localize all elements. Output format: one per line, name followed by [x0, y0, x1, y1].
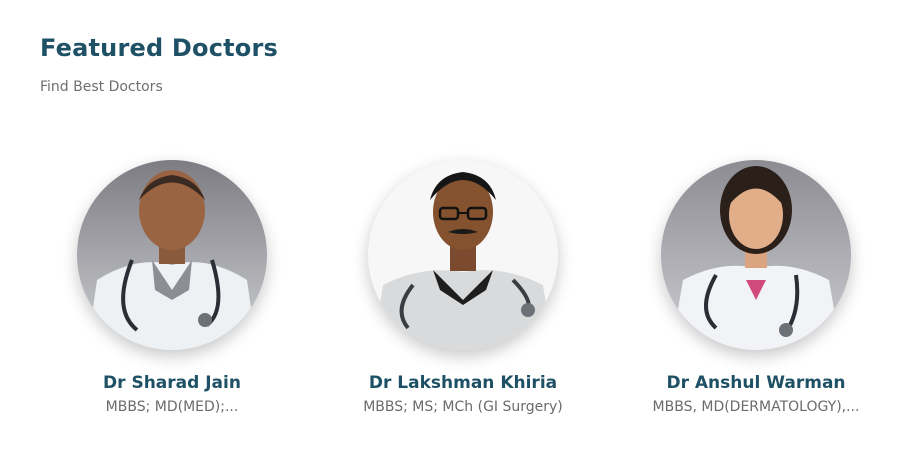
doctor-card[interactable]: Dr Lakshman Khiria MBBS; MS; MCh (GI Sur… [313, 160, 613, 415]
section-subtitle: Find Best Doctors [40, 79, 163, 95]
doctor-portrait-image [661, 160, 851, 350]
featured-doctors-section: Featured Doctors Find Best Doctors Dr Sh… [0, 0, 921, 463]
doctor-qualification: MBBS; MD(MED);... [105, 399, 239, 415]
doctor-name[interactable]: Dr Sharad Jain [22, 373, 322, 393]
doctor-portrait-image [368, 160, 558, 350]
doctor-name[interactable]: Dr Anshul Warman [606, 373, 906, 393]
doctor-qualification: MBBS; MS; MCh (GI Surgery) [363, 399, 563, 415]
doctor-portrait-image [77, 160, 267, 350]
doctor-card[interactable]: Dr Anshul Warman MBBS, MD(DERMATOLOGY),.… [606, 160, 906, 415]
doctor-qualification: MBBS, MD(DERMATOLOGY),... [652, 399, 860, 415]
doctor-name[interactable]: Dr Lakshman Khiria [313, 373, 613, 393]
doctor-photo[interactable] [77, 160, 267, 350]
doctor-photo[interactable] [661, 160, 851, 350]
doctor-photo[interactable] [368, 160, 558, 350]
section-title: Featured Doctors [40, 34, 279, 62]
doctor-card[interactable]: Dr Sharad Jain MBBS; MD(MED);... [22, 160, 322, 415]
